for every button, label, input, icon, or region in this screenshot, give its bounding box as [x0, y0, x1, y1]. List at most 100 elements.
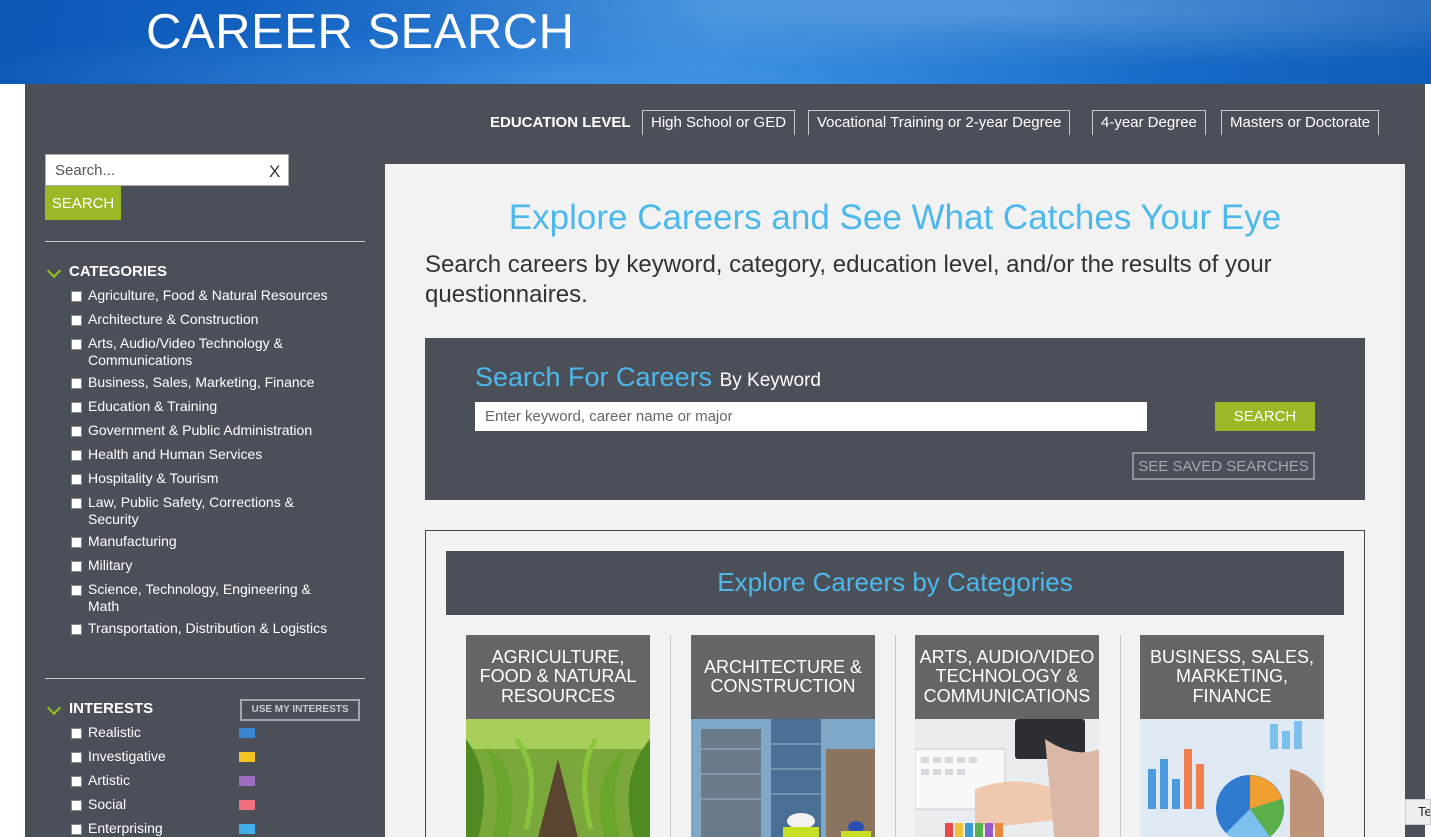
category-label: Manufacturing: [88, 533, 177, 549]
category-checkbox-item[interactable]: Science, Technology, Engineering & Math: [71, 581, 331, 615]
interest-color-swatch: [239, 824, 255, 834]
category-label: Health and Human Services: [88, 446, 263, 462]
keyword-search-title-suffix: By Keyword: [719, 370, 821, 391]
checkbox[interactable]: [71, 450, 82, 461]
corn-field-image: [466, 719, 650, 837]
interest-checkbox-item[interactable]: Realistic: [71, 724, 331, 741]
checkbox[interactable]: [71, 339, 82, 350]
main-heading: Explore Careers and See What Catches You…: [508, 198, 1282, 237]
tile-caption: Agriculture, Food & Natural Resources: [466, 635, 650, 719]
education-option-4-year[interactable]: 4-year Degree: [1092, 110, 1206, 135]
education-level-label: EDUCATION LEVEL: [490, 114, 631, 131]
category-checkbox-item[interactable]: Hospitality & Tourism: [71, 470, 331, 487]
interest-label: Social: [88, 796, 127, 812]
checkbox[interactable]: [71, 776, 82, 787]
page-title: CAREER SEARCH: [146, 5, 575, 59]
tile-caption: Architecture & Construction: [691, 635, 875, 719]
category-checkbox-item[interactable]: Law, Public Safety, Corrections & Securi…: [71, 494, 331, 528]
financial-charts-image: [1140, 719, 1324, 837]
checkbox[interactable]: [71, 624, 82, 635]
category-label: Education & Training: [88, 398, 218, 414]
category-tile-architecture[interactable]: Architecture & Construction: [691, 635, 875, 837]
tile-caption: Arts, Audio/Video Technology & Communica…: [915, 635, 1099, 719]
checkbox[interactable]: [71, 291, 82, 302]
category-checkbox-item[interactable]: Transportation, Distribution & Logistics: [71, 620, 331, 637]
categories-toggle[interactable]: CATEGORIES: [45, 263, 167, 280]
clear-search-icon[interactable]: X: [269, 162, 280, 182]
sidebar-divider: [45, 241, 365, 242]
tablet-drawing-image: [915, 719, 1099, 837]
interest-checkbox-item[interactable]: Investigative: [71, 748, 331, 765]
category-label: Business, Sales, Marketing, Finance: [88, 374, 315, 390]
sidebar-search-input[interactable]: Search...: [45, 154, 289, 186]
checkbox[interactable]: [71, 426, 82, 437]
see-saved-searches-button[interactable]: SEE SAVED SEARCHES: [1132, 452, 1315, 480]
tile-caption: Business, Sales, Marketing, Finance: [1140, 635, 1324, 719]
checkbox[interactable]: [71, 402, 82, 413]
category-label: Law, Public Safety, Corrections & Securi…: [88, 494, 294, 527]
category-tile-business[interactable]: Business, Sales, Marketing, Finance: [1140, 635, 1324, 837]
checkbox[interactable]: [71, 474, 82, 485]
checkbox[interactable]: [71, 561, 82, 572]
category-checkbox-item[interactable]: Education & Training: [71, 398, 331, 415]
keyword-search-title: Search For Careers By Keyword: [475, 362, 821, 393]
education-option-vocational[interactable]: Vocational Training or 2-year Degree: [808, 110, 1071, 135]
education-option-high-school[interactable]: High School or GED: [642, 110, 796, 135]
category-label: Government & Public Administration: [88, 422, 313, 438]
interests-heading: INTERESTS: [69, 700, 154, 717]
interest-color-swatch: [239, 800, 255, 810]
construction-site-image: [691, 719, 875, 837]
chevron-down-icon: [46, 263, 62, 278]
sidebar-divider: [45, 678, 365, 679]
corner-tab[interactable]: Te: [1405, 799, 1431, 825]
category-label: Transportation, Distribution & Logistics: [88, 620, 328, 636]
checkbox[interactable]: [71, 498, 82, 509]
tile-divider: [670, 635, 671, 837]
chevron-down-icon: [46, 700, 62, 715]
interest-label: Artistic: [88, 772, 130, 788]
keyword-search-title-main: Search For Careers: [475, 362, 713, 392]
keyword-search-input[interactable]: Enter keyword, career name or major: [475, 402, 1147, 431]
checkbox[interactable]: [71, 824, 82, 835]
main-description: Search careers by keyword, category, edu…: [425, 251, 1272, 308]
keyword-search-button[interactable]: SEARCH: [1215, 402, 1315, 431]
category-checkbox-item[interactable]: Health and Human Services: [71, 446, 331, 463]
category-checkbox-item[interactable]: Military: [71, 557, 331, 574]
category-tile-arts[interactable]: Arts, Audio/Video Technology & Communica…: [915, 635, 1099, 837]
category-checkbox-item[interactable]: Agriculture, Food & Natural Resources: [71, 287, 331, 304]
interest-checkbox-item[interactable]: Enterprising: [71, 820, 331, 837]
checkbox[interactable]: [71, 728, 82, 739]
content-shell: EDUCATION LEVEL High School or GED Vocat…: [25, 84, 1425, 837]
interest-checkbox-item[interactable]: Artistic: [71, 772, 331, 789]
checkbox[interactable]: [71, 378, 82, 389]
category-label: Military: [88, 557, 133, 573]
category-label: Science, Technology, Engineering & Math: [88, 581, 311, 614]
category-checkbox-item[interactable]: Manufacturing: [71, 533, 331, 550]
category-label: Agriculture, Food & Natural Resources: [88, 287, 328, 303]
category-checkbox-item[interactable]: Business, Sales, Marketing, Finance: [71, 374, 331, 391]
header-banner: CAREER SEARCH: [0, 0, 1431, 84]
checkbox[interactable]: [71, 752, 82, 763]
interest-color-swatch: [239, 752, 255, 762]
checkbox[interactable]: [71, 585, 82, 596]
keyword-search-box: Search For Careers By Keyword Enter keyw…: [425, 338, 1365, 500]
interest-label: Enterprising: [88, 820, 163, 836]
education-option-masters[interactable]: Masters or Doctorate: [1221, 110, 1380, 135]
checkbox[interactable]: [71, 315, 82, 326]
tile-divider: [1120, 635, 1121, 837]
checkbox[interactable]: [71, 537, 82, 548]
categories-heading: CATEGORIES: [69, 263, 168, 280]
interest-label: Realistic: [88, 724, 141, 740]
category-checkbox-item[interactable]: Arts, Audio/Video Technology & Communica…: [71, 335, 331, 369]
use-my-interests-button[interactable]: USE MY INTERESTS: [240, 699, 360, 721]
category-label: Arts, Audio/Video Technology & Communica…: [88, 335, 283, 368]
sidebar-search-button[interactable]: SEARCH: [45, 186, 121, 220]
category-checkbox-item[interactable]: Government & Public Administration: [71, 422, 331, 439]
checkbox[interactable]: [71, 800, 82, 811]
interests-toggle[interactable]: INTERESTS: [45, 700, 153, 717]
tile-divider: [895, 635, 896, 837]
category-tile-agriculture[interactable]: Agriculture, Food & Natural Resources: [466, 635, 650, 837]
category-label: Architecture & Construction: [88, 311, 259, 327]
interest-checkbox-item[interactable]: Social: [71, 796, 331, 813]
category-checkbox-item[interactable]: Architecture & Construction: [71, 311, 331, 328]
